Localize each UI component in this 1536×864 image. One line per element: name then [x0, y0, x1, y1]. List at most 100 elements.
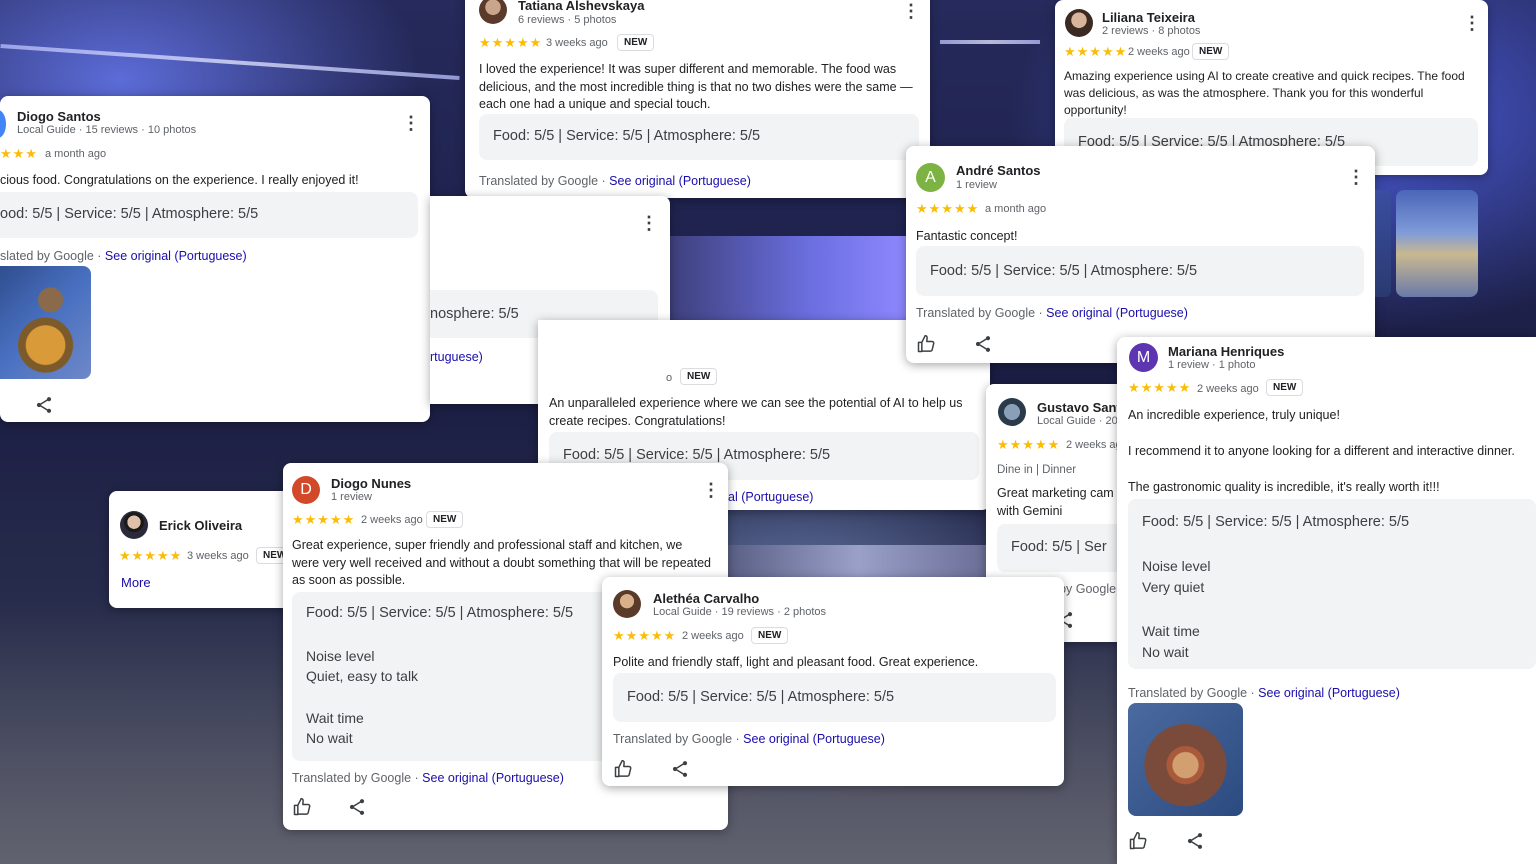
more-vertical-icon[interactable]: ⋮ [702, 481, 720, 499]
background-light-strip [940, 40, 1040, 44]
avatar[interactable] [120, 511, 148, 539]
review-photo[interactable] [0, 266, 91, 379]
new-badge: NEW [751, 627, 789, 644]
review-date: 2 weeks ago [682, 630, 744, 642]
avatar[interactable]: D [292, 476, 320, 504]
thumbs-up-icon[interactable] [916, 334, 936, 354]
reviewer-name[interactable]: Mariana Henriques [1168, 344, 1284, 359]
review-text: I loved the experience! It was super dif… [479, 62, 913, 111]
translation-note: rtuguese) [430, 350, 483, 364]
share-icon[interactable] [973, 334, 993, 354]
review-card-andre-santos: A André Santos 1 review ⋮ ★★★★★ a month … [906, 146, 1375, 363]
review-date: 2 weeks ago [1128, 46, 1190, 58]
review-photo[interactable] [1375, 190, 1391, 297]
background-table-panel [728, 545, 988, 578]
review-text: An incredible experience, truly unique! [1128, 408, 1340, 422]
share-icon[interactable] [347, 797, 367, 817]
reviewer-name[interactable]: Gustavo Sant [1037, 400, 1121, 415]
review-card-mariana-henriques: M Mariana Henriques 1 review · 1 photo ★… [1117, 337, 1536, 864]
wait-time-label: Wait time [306, 710, 364, 726]
see-original-link[interactable]: See original (Portuguese) [743, 732, 885, 746]
avatar[interactable]: A [916, 163, 945, 192]
ratings-summary: Food: 5/5 | Service: 5/5 | Atmosphere: 5… [306, 605, 574, 621]
translation-note: al (Portuguese) [728, 490, 813, 504]
review-card-tatiana: Tatiana Alshevskaya 6 reviews · 5 photos… [465, 0, 930, 198]
more-vertical-icon[interactable]: ⋮ [902, 2, 920, 20]
see-original-link[interactable]: See original (Portuguese) [609, 174, 751, 188]
translation-note: Translated by Google · See original (Por… [613, 732, 885, 746]
reviewer-name[interactable]: Erick Oliveira [159, 518, 242, 533]
translated-label: Translated by Google · [479, 174, 610, 188]
thumbs-up-icon[interactable] [292, 797, 312, 817]
reviewer-name[interactable]: Liliana Teixeira [1102, 10, 1195, 25]
noise-level-value: Very quiet [1142, 579, 1205, 595]
more-vertical-icon[interactable]: ⋮ [640, 214, 658, 232]
more-vertical-icon[interactable]: ⋮ [1347, 168, 1365, 186]
review-photo[interactable] [1128, 703, 1243, 816]
avatar[interactable]: M [1129, 343, 1158, 372]
reviewer-meta: 1 review · 1 photo [1168, 359, 1256, 371]
avatar[interactable] [998, 398, 1026, 426]
wait-time-value: No wait [306, 730, 353, 746]
reviewer-meta: 2 reviews · 8 photos [1102, 25, 1201, 37]
thumbs-up-icon[interactable] [1128, 831, 1148, 851]
ratings-box: Food: 5/5 | Service: 5/5 | Atmosphere: 5… [613, 673, 1056, 722]
review-date: 2 weeks ago [1197, 383, 1259, 395]
reviewer-name[interactable]: Alethéa Carvalho [653, 591, 759, 606]
share-icon[interactable] [670, 759, 690, 779]
more-link[interactable]: More [121, 575, 151, 590]
ratings-box: ood: 5/5 | Service: 5/5 | Atmosphere: 5/… [0, 192, 418, 238]
star-rating: ★★★★★ [479, 35, 543, 50]
avatar[interactable] [613, 590, 641, 618]
wait-time-label: Wait time [1142, 623, 1200, 639]
background-light-strip [0, 43, 460, 81]
avatar[interactable] [0, 110, 6, 138]
share-icon[interactable] [1185, 831, 1205, 851]
see-original-link[interactable]: See original (Portuguese) [1258, 686, 1400, 700]
reviewer-meta: Local Guide · 15 reviews · 10 photos [17, 124, 197, 136]
see-original-link[interactable]: See original (Portuguese) [422, 771, 564, 785]
reviewer-name[interactable]: Tatiana Alshevskaya [518, 0, 644, 13]
review-date: a month ago [985, 203, 1047, 215]
ratings-summary: ood: 5/5 | Service: 5/5 | Atmosphere: 5/… [0, 206, 259, 222]
review-date: 3 weeks ago [546, 37, 608, 49]
review-text: cious food. Congratulations on the exper… [0, 173, 359, 187]
reviewer-meta: 6 reviews · 5 photos [518, 14, 617, 26]
review-text: The gastronomic quality is incredible, i… [1128, 480, 1440, 494]
noise-level-label: Noise level [306, 648, 375, 664]
review-date: 2 weeks ag [1066, 439, 1122, 451]
visit-tags: Dine in | Dinner [997, 464, 1077, 476]
review-card-diogo-santos: Diogo Santos Local Guide · 15 reviews · … [0, 96, 430, 422]
see-original-link[interactable]: See original (Portuguese) [1046, 306, 1188, 320]
ratings-summary: Food: 5/5 | Service: 5/5 | Atmosphere: 5… [493, 128, 761, 144]
star-rating: ★★★★★ [292, 512, 356, 527]
translation-note: Translated by Google · See original (Por… [479, 174, 751, 188]
more-vertical-icon[interactable]: ⋮ [402, 114, 420, 132]
reviewer-name[interactable]: Diogo Nunes [331, 476, 411, 491]
see-original-link[interactable]: rtuguese) [430, 350, 483, 364]
translated-label: Translated by Google · [613, 732, 744, 746]
ratings-box: Food: 5/5 | Ser [997, 524, 1126, 572]
see-original-link[interactable]: al (Portuguese) [728, 490, 813, 504]
reviewer-name[interactable]: Diogo Santos [17, 109, 101, 124]
more-vertical-icon[interactable]: ⋮ [1463, 14, 1481, 32]
avatar[interactable] [479, 0, 507, 24]
share-icon[interactable] [34, 395, 54, 415]
review-date: 3 weeks ago [187, 550, 249, 562]
see-original-link[interactable]: See original (Portuguese) [105, 249, 247, 263]
translation-note: Translated by Google · See original (Por… [292, 771, 564, 785]
star-rating: ★★★ [0, 146, 38, 161]
reviewer-meta: 1 review [331, 491, 372, 503]
avatar[interactable] [1065, 9, 1093, 37]
translation-note: Translated by Google · See original (Por… [1128, 686, 1400, 700]
translated-label: Translated by Google · [916, 306, 1047, 320]
thumbs-up-icon[interactable] [613, 759, 633, 779]
review-photo[interactable] [1396, 190, 1478, 297]
reviewer-name[interactable]: André Santos [956, 163, 1041, 178]
attributes-box: Food: 5/5 | Service: 5/5 | Atmosphere: 5… [292, 592, 617, 761]
ratings-summary: Food: 5/5 | Service: 5/5 | Atmosphere: 5… [627, 689, 895, 705]
ratings-summary: Food: 5/5 | Service: 5/5 | Atmosphere: 5… [1142, 514, 1410, 530]
ratings-summary: Food: 5/5 | Ser [1011, 539, 1107, 555]
noise-level-value: Quiet, easy to talk [306, 668, 419, 684]
ratings-summary: Food: 5/5 | Service: 5/5 | Atmosphere: 5… [930, 263, 1198, 279]
